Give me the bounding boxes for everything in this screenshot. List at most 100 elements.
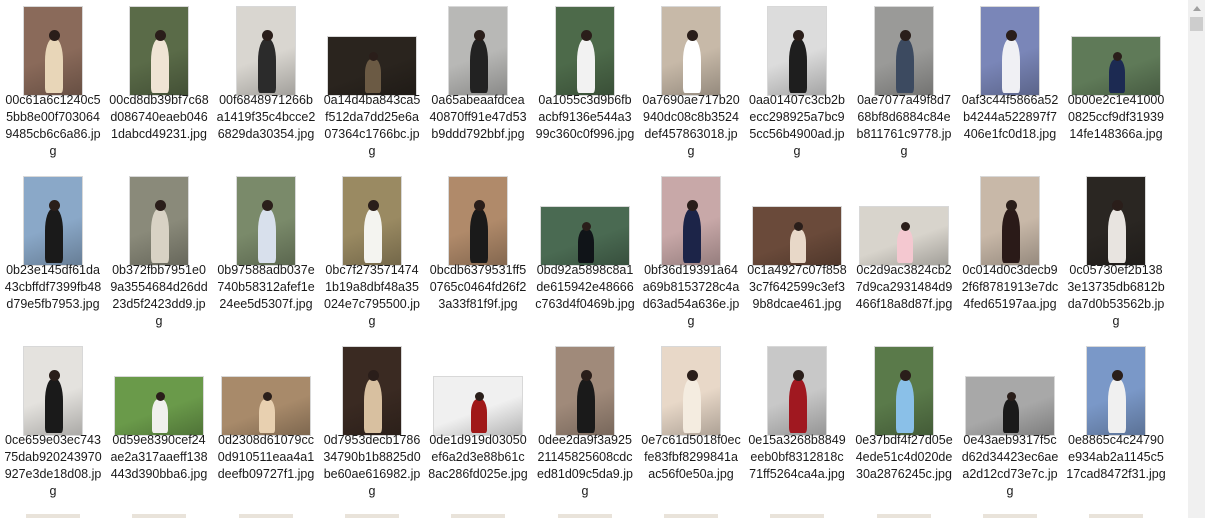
file-name-label: 0b372fbb7951e09a3554684d26dd23d5f2423dd9… — [110, 263, 208, 328]
file-item[interactable]: 0c1a4927c07f8583c7f642599c3ef39b8dcae461… — [744, 170, 850, 340]
file-name-label: 0bcdb6379531ff50765c0464fd26f23a33f81f9f… — [429, 263, 527, 311]
image-thumbnail[interactable] — [752, 206, 842, 266]
image-thumbnail[interactable] — [661, 176, 721, 266]
file-item[interactable]: 0e43aeb9317f5cd62d34423ec6aea2d12cd73e7c… — [957, 340, 1063, 510]
file-name-label: 0bd92a5898c8a1de615942e48666c763d4f0469b… — [535, 263, 635, 311]
file-name-label: 0d7953decb178634790b1b8825d0be60ae616982… — [323, 433, 421, 498]
file-name-label: 0dee2da9f3a92521145825608cdced81d09c5da9… — [537, 433, 633, 498]
image-thumbnail[interactable] — [767, 6, 827, 96]
image-thumbnail[interactable] — [661, 6, 721, 96]
vertical-scrollbar[interactable] — [1188, 0, 1205, 518]
file-name-label: 0aa01407c3cb2becc298925a7bc95cc56b4900ad… — [749, 93, 845, 158]
image-thumbnail[interactable] — [327, 36, 417, 96]
image-thumbnail[interactable] — [448, 6, 508, 96]
file-name-label: 0e8865c4c24790e934ab2a1145c517cad8472f31… — [1066, 433, 1166, 481]
file-name-label: 0b23e145df61da43cbffdf7399fb48d79e5fb795… — [4, 263, 102, 311]
thumbnail-grid: 00c61a6c1240c55bb8e00f7030649485cb6c6a86… — [0, 0, 1186, 518]
image-thumbnail[interactable] — [540, 206, 630, 266]
image-thumbnail[interactable] — [1086, 176, 1146, 266]
file-item[interactable]: 0a14d4ba843ca5f512da7dd25e6a07364c1766bc… — [319, 0, 425, 170]
file-name-label: 0d59e8390cef24ae2a317aaeff138443d390bba6… — [110, 433, 208, 481]
image-thumbnail[interactable] — [555, 6, 615, 96]
file-item[interactable]: 0dee2da9f3a92521145825608cdced81d09c5da9… — [532, 340, 638, 510]
file-item[interactable]: 0d59e8390cef24ae2a317aaeff138443d390bba6… — [106, 340, 212, 510]
image-thumbnail[interactable] — [342, 176, 402, 266]
file-item[interactable]: 00f6848971266ba1419f35c4bcce26829da30354… — [213, 0, 319, 170]
image-thumbnail[interactable] — [129, 6, 189, 96]
file-item[interactable]: 0bcdb6379531ff50765c0464fd26f23a33f81f9f… — [425, 170, 531, 340]
image-thumbnail[interactable] — [236, 176, 296, 266]
image-thumbnail[interactable] — [23, 176, 83, 266]
file-name-label: 0c014d0c3decb92f6f8781913e7dc4fed65197aa… — [961, 263, 1059, 311]
file-item[interactable]: 0c014d0c3decb92f6f8781913e7dc4fed65197aa… — [957, 170, 1063, 340]
file-item[interactable]: 00cd8db39bf7c68d086740eaeb0461dabcd49231… — [106, 0, 212, 170]
file-name-label: 0af3c44f5866a52b4244a522897f7406e1fc0d18… — [961, 93, 1059, 141]
image-thumbnail[interactable] — [661, 346, 721, 436]
scrollbar-thumb[interactable] — [1190, 17, 1203, 31]
image-thumbnail[interactable] — [1086, 346, 1146, 436]
file-item[interactable]: 0c2d9ac3824cb27d9ca2931484d9466f18a8d87f… — [851, 170, 957, 340]
file-item[interactable]: 0b23e145df61da43cbffdf7399fb48d79e5fb795… — [0, 170, 106, 340]
file-item[interactable]: 0b97588adb037e740b58312afef1e24ee5d5307f… — [213, 170, 319, 340]
file-name-label: 0ae7077a49f8d768bf8d6884c84eb811761c9778… — [856, 93, 952, 158]
image-thumbnail[interactable] — [874, 6, 934, 96]
image-thumbnail[interactable] — [433, 376, 523, 436]
file-item[interactable]: 0b372fbb7951e09a3554684d26dd23d5f2423dd9… — [106, 170, 212, 340]
image-thumbnail[interactable] — [23, 346, 83, 436]
image-thumbnail[interactable] — [980, 176, 1040, 266]
file-item[interactable]: 0a65abeaafdcea40870ff91e47d53b9ddd792bbf… — [425, 0, 531, 170]
image-thumbnail[interactable] — [342, 346, 402, 436]
file-item[interactable]: 0ae7077a49f8d768bf8d6884c84eb811761c9778… — [851, 0, 957, 170]
file-name-label: 0ce659e03ec74375dab920243970927e3de18d08… — [4, 433, 102, 498]
file-item[interactable]: 0a7690ae717b20940dc08c8b3524def457863018… — [638, 0, 744, 170]
image-thumbnail[interactable] — [23, 6, 83, 96]
file-item[interactable]: 0d7953decb178634790b1b8825d0be60ae616982… — [319, 340, 425, 510]
file-item[interactable]: 0e7c61d5018f0ecfe83fbf8299841aac56f0e50a… — [638, 340, 744, 510]
image-thumbnail[interactable] — [874, 346, 934, 436]
image-thumbnail[interactable] — [965, 376, 1055, 436]
file-name-label: 00f6848971266ba1419f35c4bcce26829da30354… — [216, 93, 316, 141]
next-row-thumbnail-edge — [1089, 514, 1143, 518]
file-item[interactable]: 0c05730ef2b1383e13735db6812bda7d0b53562b… — [1063, 170, 1169, 340]
file-item[interactable]: 0d2308d61079cc0d910511eaa4a1deefb09727f1… — [213, 340, 319, 510]
file-item[interactable]: 0e37bdf4f27d05e4ede51c4d020de30a2876245c… — [851, 340, 957, 510]
file-item[interactable]: 0e8865c4c24790e934ab2a1145c517cad8472f31… — [1063, 340, 1169, 510]
image-thumbnail[interactable] — [448, 176, 508, 266]
file-item[interactable]: 0e15a3268b8849eeb0bf8312818c71ff5264ca4a… — [744, 340, 850, 510]
next-row-thumbnail-edge — [451, 514, 505, 518]
next-row-thumbnail-edge — [558, 514, 612, 518]
file-item[interactable]: 00c61a6c1240c55bb8e00f7030649485cb6c6a86… — [0, 0, 106, 170]
file-item[interactable]: 0de1d919d03050ef6a2d3e88b61c8ac286fd025e… — [425, 340, 531, 510]
file-item[interactable]: 0bc7f2735714741b19a8dbf48a35024e7c795500… — [319, 170, 425, 340]
file-name-label: 0b97588adb037e740b58312afef1e24ee5d5307f… — [217, 263, 315, 311]
file-item[interactable]: 0b00e2c1e410000825ccf9df3193914fe148366a… — [1063, 0, 1169, 170]
file-item[interactable]: 0a1055c3d9b6fbacbf9136e544a399c360c0f996… — [532, 0, 638, 170]
file-name-label: 00cd8db39bf7c68d086740eaeb0461dabcd49231… — [109, 93, 209, 141]
file-item[interactable]: 0bf36d19391a64a69b8153728c4ad63ad54a636e… — [638, 170, 744, 340]
file-item[interactable]: 0aa01407c3cb2becc298925a7bc95cc56b4900ad… — [744, 0, 850, 170]
next-row-thumbnail-edge — [26, 514, 80, 518]
file-name-label: 0e37bdf4f27d05e4ede51c4d020de30a2876245c… — [855, 433, 953, 481]
file-item[interactable]: 0af3c44f5866a52b4244a522897f7406e1fc0d18… — [957, 0, 1063, 170]
file-name-label: 0c1a4927c07f8583c7f642599c3ef39b8dcae461… — [747, 263, 847, 311]
scroll-up-arrow-icon[interactable] — [1188, 0, 1205, 17]
file-name-label: 0bc7f2735714741b19a8dbf48a35024e7c795500… — [324, 263, 420, 328]
file-name-label: 0d2308d61079cc0d910511eaa4a1deefb09727f1… — [217, 433, 315, 481]
next-row-thumbnail-edge — [345, 514, 399, 518]
image-thumbnail[interactable] — [129, 176, 189, 266]
image-thumbnail[interactable] — [767, 346, 827, 436]
next-row-thumbnail-edge — [983, 514, 1037, 518]
file-name-label: 0a65abeaafdcea40870ff91e47d53b9ddd792bbf… — [429, 93, 527, 141]
file-item[interactable]: 0ce659e03ec74375dab920243970927e3de18d08… — [0, 340, 106, 510]
image-thumbnail[interactable] — [236, 6, 296, 96]
image-thumbnail[interactable] — [980, 6, 1040, 96]
file-name-label: 00c61a6c1240c55bb8e00f7030649485cb6c6a86… — [5, 93, 101, 158]
next-row-thumbnail-edge — [664, 514, 718, 518]
file-item[interactable]: 0bd92a5898c8a1de615942e48666c763d4f0469b… — [532, 170, 638, 340]
file-name-label: 0de1d919d03050ef6a2d3e88b61c8ac286fd025e… — [428, 433, 528, 481]
image-thumbnail[interactable] — [114, 376, 204, 436]
image-thumbnail[interactable] — [221, 376, 311, 436]
image-thumbnail[interactable] — [859, 206, 949, 266]
image-thumbnail[interactable] — [1071, 36, 1161, 96]
image-thumbnail[interactable] — [555, 346, 615, 436]
